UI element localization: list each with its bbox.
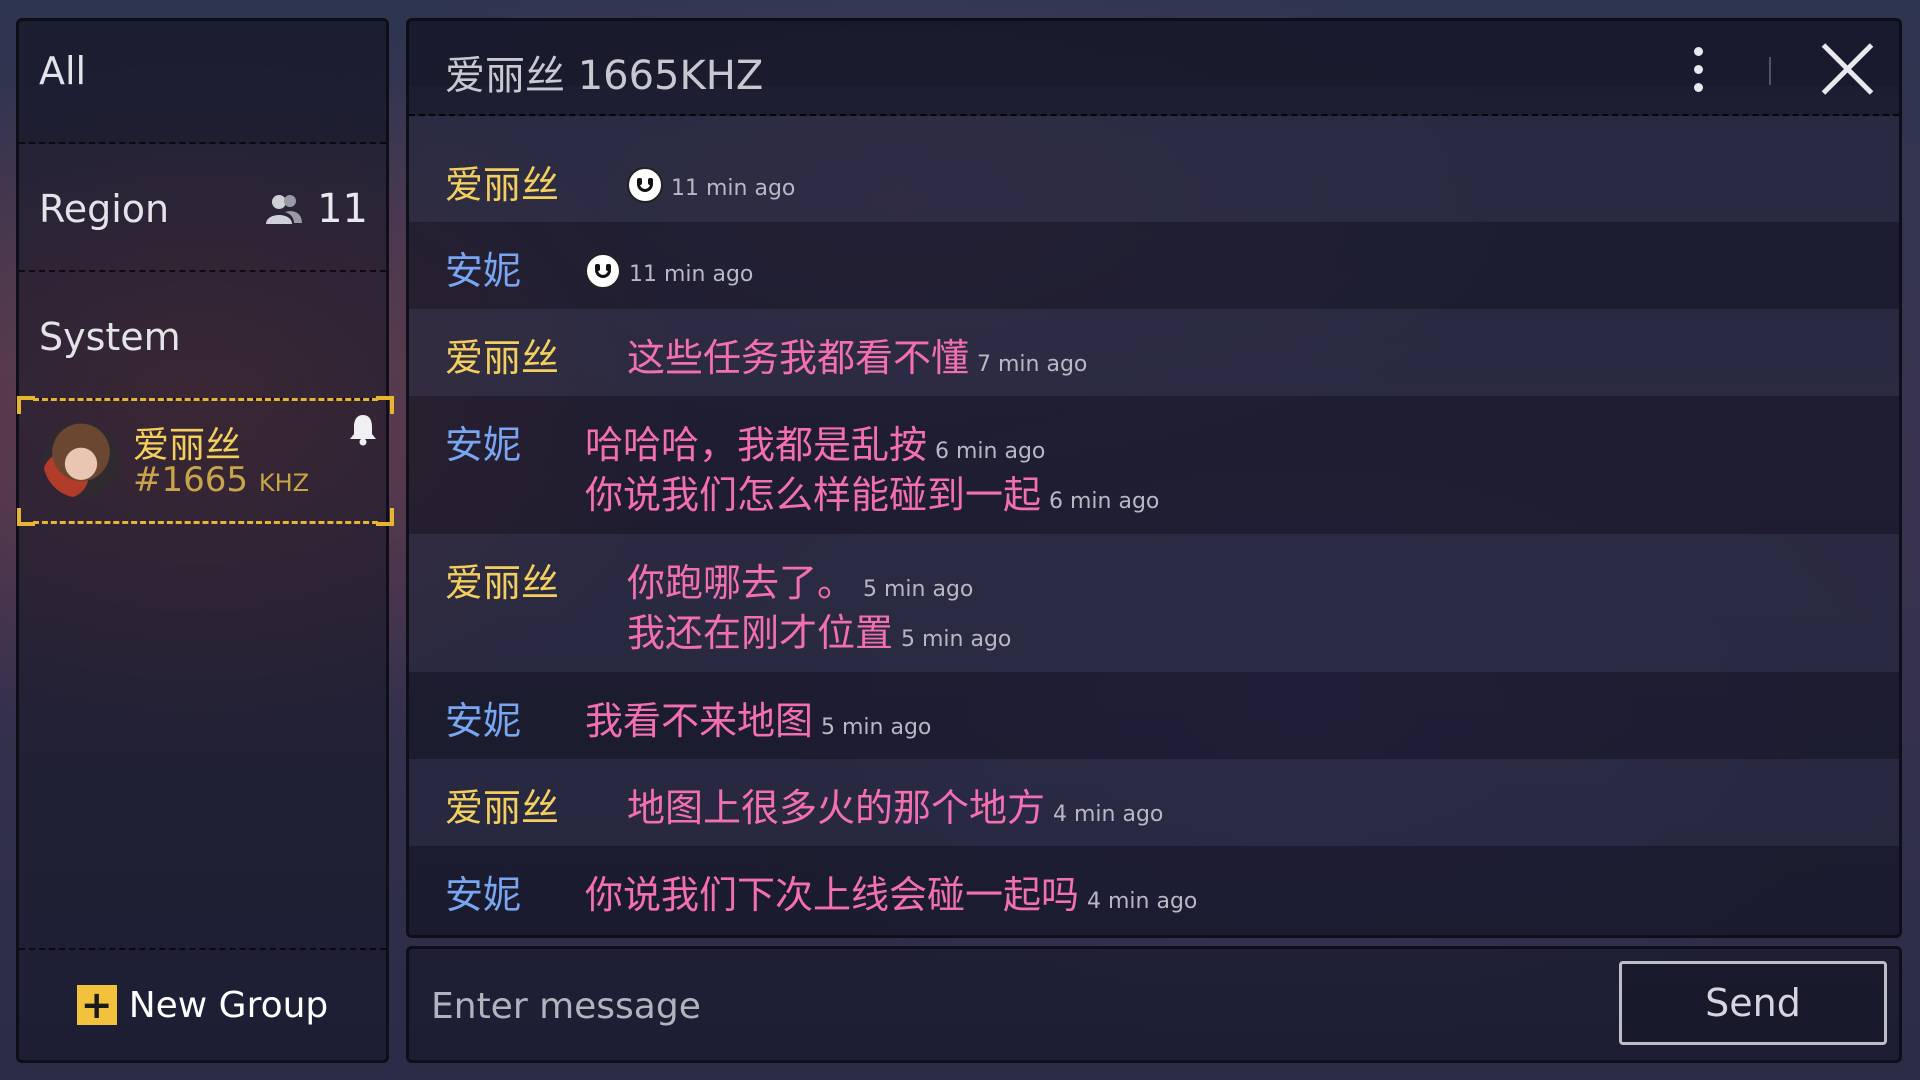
send-button[interactable]: Send bbox=[1619, 961, 1887, 1045]
message-row: 爱丽丝 地图上很多火的那个地方 4 min ago bbox=[409, 759, 1899, 846]
tab-system[interactable]: System bbox=[19, 274, 386, 400]
selection-corner bbox=[376, 508, 394, 526]
message-line: 你说我们怎么样能碰到一起 6 min ago bbox=[585, 464, 1159, 519]
message-time: 5 min ago bbox=[863, 577, 974, 602]
message-text: 我还在刚才位置 bbox=[627, 611, 894, 655]
message-row: 爱丽丝 你跑哪去了。 5 min ago 我还在刚才位置 5 min ago bbox=[409, 534, 1899, 672]
message-text: 地图上很多火的那个地方 bbox=[627, 786, 1046, 830]
message-text: 你说我们怎么样能碰到一起 bbox=[585, 473, 1042, 517]
message-text: 你说我们下次上线会碰一起吗 bbox=[585, 873, 1080, 917]
region-count-value: 11 bbox=[317, 186, 368, 232]
message-sender: 爱丽丝 bbox=[445, 561, 560, 605]
message-time: 6 min ago bbox=[1049, 489, 1160, 514]
plus-icon: + bbox=[76, 985, 117, 1025]
tab-all[interactable]: All bbox=[19, 21, 386, 144]
message-sender: 安妮 bbox=[445, 699, 522, 743]
message-input-bar: Send bbox=[406, 946, 1902, 1063]
message-time: 11 min ago bbox=[671, 176, 796, 201]
message-line: 这些任务我都看不懂 7 min ago bbox=[627, 327, 1087, 382]
message-row: 安妮 你说我们下次上线会碰一起吗 4 min ago bbox=[409, 846, 1899, 935]
message-sender: 爱丽丝 bbox=[445, 786, 560, 830]
selection-corner bbox=[17, 396, 35, 414]
users-icon bbox=[266, 195, 303, 224]
selection-border-top bbox=[33, 398, 378, 401]
message-sender: 爱丽丝 bbox=[445, 163, 560, 207]
contact-item-selected[interactable]: 爱丽丝 #1665 KHZ bbox=[17, 396, 394, 526]
message-row: 安妮 哈哈哈，我都是乱按 6 min ago 你说我们怎么样能碰到一起 6 min … bbox=[409, 396, 1899, 534]
channel-sidebar: All Region 11 System 爱丽丝 #1665 KHZ + New… bbox=[16, 18, 394, 1063]
header-divider bbox=[1769, 57, 1771, 85]
smiley-icon bbox=[585, 252, 621, 289]
message-line: 你说我们下次上线会碰一起吗 4 min ago bbox=[585, 864, 1197, 919]
message-line: 地图上很多火的那个地方 4 min ago bbox=[627, 777, 1163, 832]
message-row: 安妮 我看不来地图 5 min ago bbox=[409, 672, 1899, 759]
message-text: 我看不来地图 bbox=[585, 699, 814, 743]
message-time: 5 min ago bbox=[821, 715, 932, 740]
tab-system-label: System bbox=[39, 315, 181, 359]
tab-region[interactable]: Region 11 bbox=[19, 146, 386, 272]
message-text: 哈哈哈，我都是乱按 bbox=[585, 423, 928, 467]
chat-header: 爱丽丝 1665KHZ bbox=[409, 21, 1899, 116]
message-time: 4 min ago bbox=[1087, 889, 1198, 914]
message-text: 这些任务我都看不懂 bbox=[627, 336, 970, 380]
message-sender: 安妮 bbox=[445, 873, 522, 917]
contact-frequency-unit: KHZ bbox=[258, 469, 310, 497]
smiley-icon bbox=[627, 166, 663, 203]
new-group-label: New Group bbox=[128, 984, 329, 1026]
message-sender: 爱丽丝 bbox=[445, 336, 560, 380]
contact-frequency: #1665 KHZ bbox=[133, 460, 309, 500]
message-time: 4 min ago bbox=[1053, 802, 1164, 827]
selection-corner bbox=[376, 396, 394, 414]
selection-border-bottom bbox=[33, 521, 378, 524]
more-options-icon[interactable] bbox=[1689, 45, 1709, 95]
avatar bbox=[43, 422, 119, 498]
message-time: 7 min ago bbox=[977, 352, 1088, 377]
message-row: 爱丽丝 这些任务我都看不懂 7 min ago bbox=[409, 309, 1899, 396]
region-member-count: 11 bbox=[265, 146, 368, 272]
tab-all-label: All bbox=[39, 49, 87, 93]
message-row: 爱丽丝 11 min ago bbox=[409, 136, 1899, 222]
chat-panel: 爱丽丝 11 min ago 安妮 11 min ago 爱丽丝 这些任务我都看… bbox=[406, 18, 1902, 938]
message-sender: 安妮 bbox=[445, 423, 522, 467]
message-line: 11 min ago bbox=[627, 160, 795, 204]
new-group-button[interactable]: + New Group bbox=[19, 948, 386, 1060]
message-line: 我还在刚才位置 5 min ago bbox=[627, 602, 1011, 657]
message-row: 安妮 11 min ago bbox=[409, 222, 1899, 309]
message-time: 11 min ago bbox=[629, 262, 754, 287]
selection-corner bbox=[17, 508, 35, 526]
message-sender: 安妮 bbox=[445, 249, 522, 293]
message-line: 我看不来地图 5 min ago bbox=[585, 690, 931, 745]
message-line: 你跑哪去了。 5 min ago bbox=[627, 552, 973, 607]
close-icon[interactable] bbox=[1817, 39, 1877, 99]
message-line: 哈哈哈，我都是乱按 6 min ago bbox=[585, 414, 1045, 469]
chat-title: 爱丽丝 1665KHZ bbox=[445, 53, 764, 99]
message-text: 你跑哪去了。 bbox=[627, 561, 856, 605]
message-line: 11 min ago bbox=[585, 246, 753, 290]
contact-frequency-value: #1665 bbox=[133, 460, 249, 500]
tab-region-label: Region bbox=[39, 187, 170, 231]
bell-icon[interactable] bbox=[348, 412, 378, 446]
message-input[interactable] bbox=[429, 967, 1573, 1045]
message-time: 6 min ago bbox=[935, 439, 1046, 464]
message-time: 5 min ago bbox=[901, 627, 1012, 652]
